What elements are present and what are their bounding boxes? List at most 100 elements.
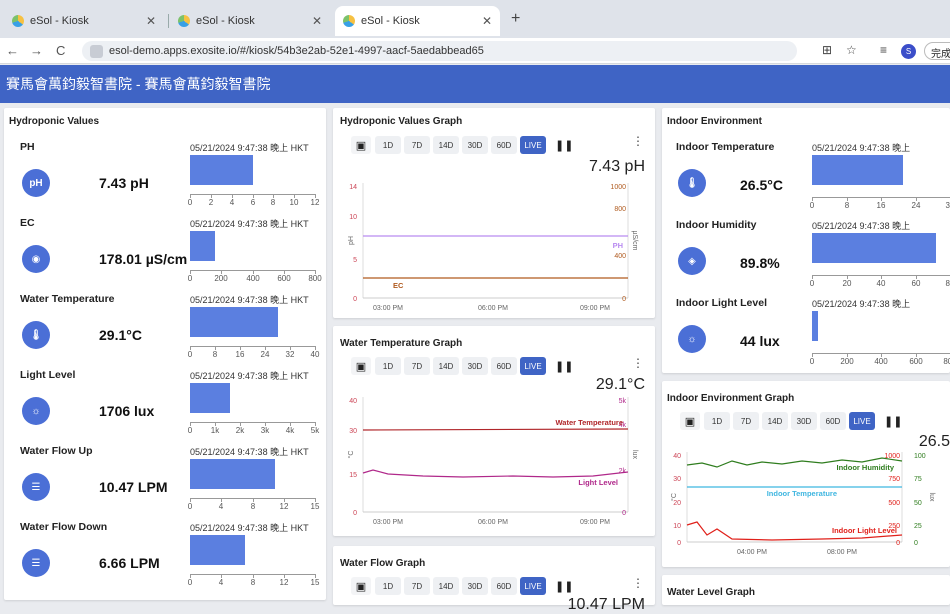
x-tick-label: 06:00 PM	[478, 305, 508, 312]
pause-icon[interactable]: ❚❚	[555, 580, 573, 593]
range-button-live[interactable]: LIVE	[520, 357, 546, 375]
calendar-icon[interactable]: ▣	[680, 412, 700, 430]
y-tick-label: 14	[349, 184, 357, 191]
range-button-14d[interactable]: 14D	[433, 357, 459, 375]
range-button-live[interactable]: LIVE	[849, 412, 875, 430]
done-button[interactable]: 完成	[924, 42, 950, 60]
range-button-60d[interactable]: 60D	[820, 412, 846, 430]
x-tick-label: 04:00 PM	[737, 549, 767, 556]
card-title: Water Flow Graph	[340, 558, 426, 569]
range-button-14d[interactable]: 14D	[433, 577, 459, 595]
range-button-7d[interactable]: 7D	[733, 412, 759, 430]
range-button-1d[interactable]: 1D	[375, 577, 401, 595]
y-tick-label: 5	[353, 257, 357, 264]
calendar-icon[interactable]: ▣	[351, 577, 371, 595]
axis-tick-label: 0	[187, 274, 193, 283]
close-icon[interactable]: ✕	[482, 14, 492, 28]
y2-axis-title: µS/cm	[631, 231, 638, 251]
calendar-icon[interactable]: ▣	[351, 357, 371, 375]
hydroponic-graph-card: Hydroponic Values Graph ▣ 1D 7D 14D 30D 60D LI…	[333, 108, 655, 318]
more-menu-icon[interactable]: ⋮	[632, 134, 644, 148]
y-tick-label: 0	[677, 540, 681, 547]
range-toolbar: ▣ 1D 7D 14D 30D 60D LIVE ❚❚	[351, 356, 573, 376]
bulb-icon: ☼	[22, 397, 50, 425]
range-toolbar: ▣ 1D 7D 14D 30D 60D LIVE ❚❚	[351, 576, 573, 596]
range-button-1d[interactable]: 1D	[375, 357, 401, 375]
water-flow-graph-card: Water Flow Graph ▣ 1D 7D 14D 30D 60D LIVE ❚❚ ⋮ …	[333, 546, 655, 613]
metric-label: Indoor Light Level	[676, 297, 767, 309]
url-field[interactable]: esol-demo.apps.exosite.io/#/kiosk/54b3e2…	[82, 41, 797, 61]
browser-tab[interactable]: eSol - Kiosk ✕	[170, 6, 330, 36]
axis-tick-label: 8	[270, 198, 276, 207]
axis-line	[190, 422, 315, 423]
y2-tick-label: 500	[888, 500, 900, 507]
level-bar	[812, 233, 936, 263]
tab-label: eSol - Kiosk	[30, 15, 89, 27]
metric-value: 6.66 LPM	[99, 555, 160, 571]
pause-icon[interactable]: ❚❚	[555, 360, 573, 373]
axis-tick-label: 12	[279, 578, 289, 587]
close-icon[interactable]: ✕	[312, 14, 322, 28]
axis-tick-label: 5k	[310, 426, 320, 435]
axis-tick-label: 6	[250, 198, 256, 207]
timestamp: 05/21/2024 9:47:38 晚上	[812, 299, 911, 309]
timestamp: 05/21/2024 9:47:38 晚上 HKT	[190, 523, 309, 533]
level-bar	[190, 535, 245, 565]
axis-tick-label: 3k	[260, 426, 270, 435]
axis-tick-label: 8	[844, 201, 850, 210]
x-tick-label: 06:00 PM	[478, 519, 508, 526]
profile-avatar[interactable]: S	[901, 44, 916, 59]
pause-icon[interactable]: ❚❚	[555, 139, 573, 152]
range-button-60d[interactable]: 60D	[491, 357, 517, 375]
axis-tick-label: 400	[246, 274, 260, 283]
back-icon[interactable]: ←	[6, 43, 19, 58]
calendar-icon[interactable]: ▣	[351, 136, 371, 154]
range-button-1d[interactable]: 1D	[375, 136, 401, 154]
pause-icon[interactable]: ❚❚	[884, 415, 902, 428]
level-bar	[812, 155, 903, 185]
bulb-icon: ☼	[678, 325, 706, 353]
axis-tick-label: 800	[943, 357, 950, 366]
browser-tab[interactable]: eSol - Kiosk ✕	[4, 6, 164, 36]
indoor-environment-card: Indoor Environment Indoor Temperature 🌡︎ 2…	[662, 108, 950, 373]
card-title: Water Level Graph	[667, 587, 755, 598]
timestamp: 05/21/2024 9:47:38 晚上 HKT	[190, 371, 309, 381]
range-button-30d[interactable]: 30D	[462, 357, 488, 375]
range-button-7d[interactable]: 7D	[404, 136, 430, 154]
new-tab-button[interactable]: +	[511, 10, 520, 28]
range-button-30d[interactable]: 30D	[791, 412, 817, 430]
range-button-1d[interactable]: 1D	[704, 412, 730, 430]
range-button-7d[interactable]: 7D	[404, 357, 430, 375]
range-button-14d[interactable]: 14D	[433, 136, 459, 154]
o-icon: ◉	[22, 245, 50, 273]
more-menu-icon[interactable]: ⋮	[632, 356, 644, 370]
range-button-30d[interactable]: 30D	[462, 577, 488, 595]
close-icon[interactable]: ✕	[146, 14, 156, 28]
range-button-live[interactable]: LIVE	[520, 577, 546, 595]
browser-tab-active[interactable]: eSol - Kiosk ✕	[335, 6, 500, 36]
level-bar	[190, 383, 230, 413]
translate-icon[interactable]: ⊞	[822, 43, 832, 57]
reload-icon[interactable]: C	[56, 43, 65, 58]
y-tick-label: 40	[673, 453, 681, 460]
range-button-14d[interactable]: 14D	[762, 412, 788, 430]
axis-tick-label: 0	[809, 357, 815, 366]
metric-value: 7.43 pH	[99, 175, 149, 191]
reading-list-icon[interactable]: ≡	[880, 43, 887, 57]
range-button-60d[interactable]: 60D	[491, 136, 517, 154]
range-button-7d[interactable]: 7D	[404, 577, 430, 595]
range-button-30d[interactable]: 30D	[462, 136, 488, 154]
forward-icon[interactable]: →	[30, 43, 43, 58]
site-settings-icon[interactable]	[90, 44, 103, 58]
more-menu-icon[interactable]: ⋮	[632, 576, 644, 590]
star-icon[interactable]: ☆	[846, 43, 857, 57]
range-button-60d[interactable]: 60D	[491, 577, 517, 595]
metric-label: Indoor Humidity	[676, 219, 757, 231]
axis-tick-label: 0	[187, 502, 193, 511]
range-button-live[interactable]: LIVE	[520, 136, 546, 154]
axis-tick-label: 4	[218, 578, 224, 587]
water-temperature-chart: 40301505k4k2k003:00 PM 06:00 PM 09:00 PM°C…	[347, 397, 638, 526]
axis-tick-label: 0	[187, 426, 193, 435]
axis-tick-label: 4k	[285, 426, 295, 435]
level-axis: 0 4 8 12 15	[188, 574, 319, 587]
